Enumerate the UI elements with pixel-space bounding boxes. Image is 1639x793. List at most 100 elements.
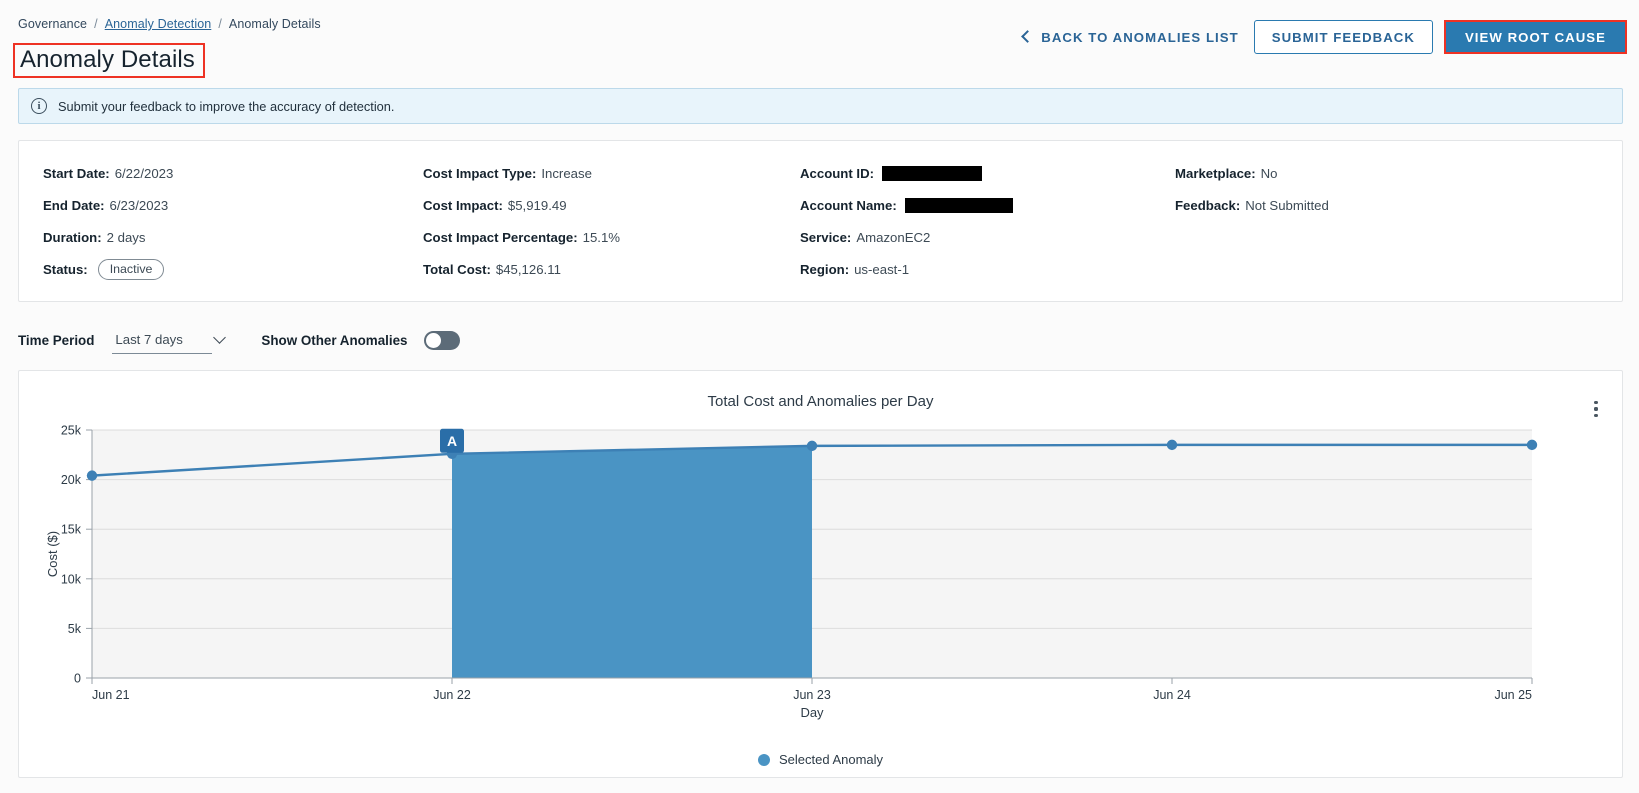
- time-period-label: Time Period: [18, 332, 95, 348]
- cost-anomalies-chart-card: Total Cost and Anomalies per Day 0 5k 10k 1…: [18, 370, 1623, 778]
- banner-message: Submit your feedback to improve the accu…: [58, 98, 395, 114]
- x-tick-label: Jun 22: [433, 688, 471, 702]
- anomaly-marker-label: A: [447, 433, 457, 449]
- time-period-select[interactable]: Last 7 days: [112, 327, 227, 354]
- breadcrumb-separator-1: /: [94, 17, 98, 31]
- detail-value: Not Submitted: [1245, 197, 1329, 213]
- y-tick-label: 10k: [61, 572, 82, 586]
- anomaly-details-card: Start Date: 6/22/2023 End Date: 6/23/2023 Du…: [18, 140, 1623, 302]
- x-tick-label: Jun 25: [1494, 688, 1532, 702]
- chevron-down-icon: [213, 330, 227, 344]
- detail-value: $45,126.11: [495, 261, 561, 277]
- detail-value: us-east-1: [854, 261, 910, 277]
- anomaly-band: [452, 445, 812, 678]
- header-actions: BACK TO ANOMALIES LIST SUBMIT FEEDBACK V…: [1019, 20, 1627, 54]
- detail-row: Account Name:: [800, 189, 1175, 221]
- chart-controls: Time Period Last 7 days Show Other Anoma…: [18, 320, 460, 360]
- page-title: Anomaly Details: [20, 46, 195, 73]
- detail-value: 6/23/2023: [109, 197, 169, 213]
- breadcrumb-current: Anomaly Details: [228, 17, 321, 31]
- detail-value: 15.1%: [582, 229, 621, 245]
- back-to-anomalies-list-label: BACK TO ANOMALIES LIST: [1041, 29, 1239, 45]
- detail-row: Region: us-east-1: [800, 253, 1175, 285]
- detail-value: Increase: [541, 165, 592, 181]
- detail-value: 2 days: [106, 229, 146, 245]
- detail-label: Service:: [800, 229, 852, 245]
- detail-label: Cost Impact:: [423, 197, 503, 213]
- view-root-cause-button[interactable]: VIEW ROOT CAUSE: [1445, 22, 1625, 52]
- y-tick-label: 15k: [61, 523, 82, 537]
- detail-label: Cost Impact Type:: [423, 165, 537, 181]
- detail-row: Account ID:: [800, 157, 1175, 189]
- breadcrumb-anomaly-detection[interactable]: Anomaly Detection: [105, 17, 212, 31]
- detail-label: End Date:: [43, 197, 105, 213]
- status-badge: Inactive: [97, 258, 165, 280]
- x-tick-label: Jun 23: [793, 688, 831, 702]
- details-column-1: Start Date: 6/22/2023 End Date: 6/23/2023 Du…: [43, 157, 423, 285]
- data-point[interactable]: [1166, 439, 1178, 451]
- details-grid: Start Date: 6/22/2023 End Date: 6/23/2023 Du…: [43, 157, 1622, 285]
- detail-label: Status:: [43, 261, 88, 277]
- detail-label: Total Cost:: [423, 261, 491, 277]
- anomaly-details-page: Governance / Anomaly Detection / Anomaly…: [0, 0, 1639, 793]
- back-to-anomalies-list-button[interactable]: BACK TO ANOMALIES LIST: [1019, 20, 1242, 54]
- anomaly-marker[interactable]: A: [440, 428, 464, 453]
- data-point[interactable]: [806, 440, 818, 452]
- redacted-value: [882, 165, 982, 181]
- detail-value: AmazonEC2: [856, 229, 931, 245]
- y-tick-label: 20k: [61, 473, 82, 487]
- detail-value: No: [1260, 165, 1278, 181]
- detail-label: Region:: [800, 261, 850, 277]
- chart-plot: 0 5k 10k 15k 20k 25k Jun 21 Jun 22 Jun 23 Jun 24 J…: [45, 424, 1538, 720]
- details-column-3: Account ID: Account Name: Service: AmazonEC…: [800, 157, 1175, 285]
- toggle-knob: [425, 332, 441, 348]
- legend-color-swatch: [757, 753, 770, 766]
- data-point[interactable]: [1526, 439, 1538, 451]
- detail-label: Account Name:: [800, 197, 897, 213]
- breadcrumb-separator-2: /: [218, 17, 222, 31]
- y-tick-label: 5k: [68, 622, 82, 636]
- detail-row: Feedback: Not Submitted: [1175, 189, 1535, 221]
- detail-row: Cost Impact Percentage: 15.1%: [423, 221, 800, 253]
- detail-row: End Date: 6/23/2023: [43, 189, 423, 221]
- feedback-info-banner: i Submit your feedback to improve the ac…: [18, 88, 1623, 124]
- detail-row: Total Cost: $45,126.11: [423, 253, 800, 285]
- page-title-annotation-box: Anomaly Details: [13, 43, 205, 79]
- view-root-cause-annotation-box: VIEW ROOT CAUSE: [1443, 20, 1627, 54]
- detail-value: 6/22/2023: [114, 165, 174, 181]
- breadcrumb: Governance / Anomaly Detection / Anomaly…: [18, 17, 321, 31]
- submit-feedback-button[interactable]: SUBMIT FEEDBACK: [1253, 20, 1433, 54]
- x-axis-title: Day: [800, 705, 824, 720]
- chevron-left-icon: [1021, 30, 1035, 43]
- y-tick-label: 25k: [61, 424, 82, 438]
- detail-label: Feedback:: [1175, 197, 1241, 213]
- detail-label: Start Date:: [43, 165, 110, 181]
- detail-row: Cost Impact: $5,919.49: [423, 189, 800, 221]
- detail-label: Cost Impact Percentage:: [423, 229, 578, 245]
- data-point[interactable]: [86, 470, 98, 481]
- show-other-anomalies-toggle[interactable]: [423, 330, 460, 350]
- x-tick-label: Jun 24: [1153, 688, 1191, 702]
- y-tick-label: 0: [74, 672, 81, 686]
- page-header: Governance / Anomaly Detection / Anomaly…: [0, 0, 1639, 86]
- info-icon: i: [31, 98, 47, 114]
- detail-row: Service: AmazonEC2: [800, 221, 1175, 253]
- time-period-value: Last 7 days: [115, 332, 183, 347]
- show-other-anomalies-label: Show Other Anomalies: [261, 332, 408, 348]
- detail-row: Duration: 2 days: [43, 221, 423, 253]
- detail-row: Marketplace: No: [1175, 157, 1535, 189]
- detail-row: Start Date: 6/22/2023: [43, 157, 423, 189]
- detail-value: $5,919.49: [507, 197, 567, 213]
- details-column-2: Cost Impact Type: Increase Cost Impact: $5,…: [423, 157, 800, 285]
- legend-label: Selected Anomaly: [778, 752, 884, 767]
- breadcrumb-governance[interactable]: Governance: [18, 17, 87, 31]
- details-column-4: Marketplace: No Feedback: Not Submitted: [1175, 157, 1535, 285]
- redacted-value: [904, 197, 1013, 213]
- detail-row: Cost Impact Type: Increase: [423, 157, 800, 189]
- detail-row: Status: Inactive: [43, 253, 423, 285]
- detail-label: Marketplace:: [1175, 165, 1256, 181]
- chart-legend: Selected Anomaly: [19, 752, 1622, 767]
- detail-label: Account ID:: [800, 165, 874, 181]
- detail-label: Duration:: [43, 229, 102, 245]
- y-axis-title: Cost ($): [45, 531, 60, 577]
